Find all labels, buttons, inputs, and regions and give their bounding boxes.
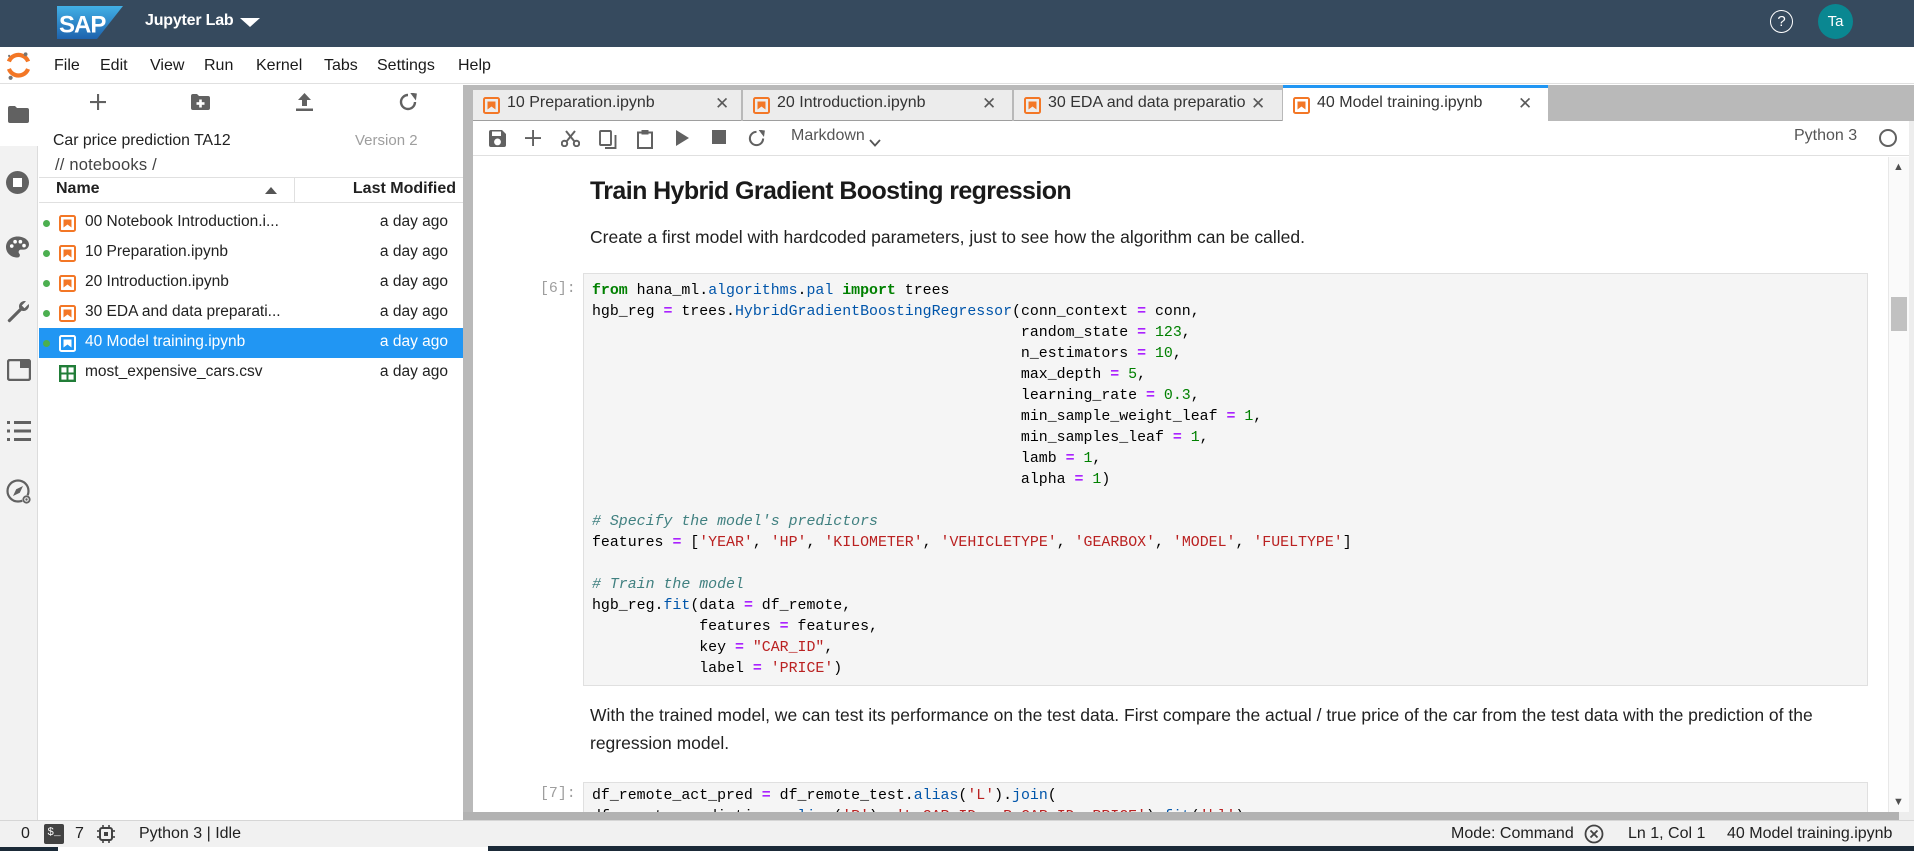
svg-text:SAP: SAP (59, 12, 106, 39)
